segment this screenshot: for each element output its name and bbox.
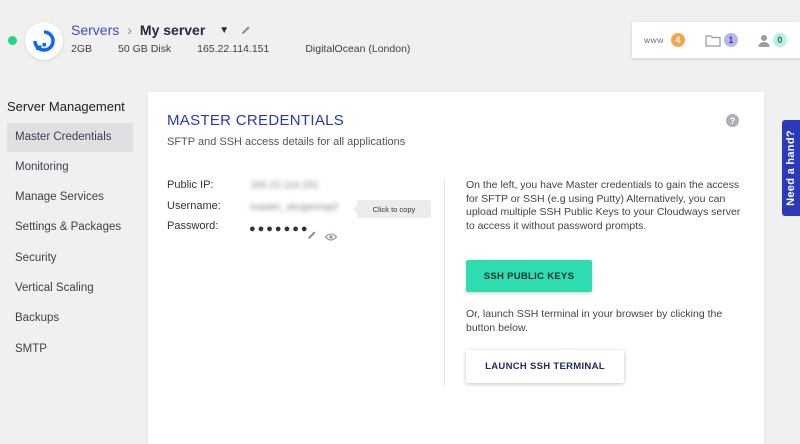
username-label: Username: — [167, 200, 221, 212]
credentials-info-text: On the left, you have Master credentials… — [466, 179, 741, 232]
server-meta: 2GB 50 GB Disk 165.22.114.151 DigitalOce… — [71, 43, 436, 55]
panel-subtitle: SFTP and SSH access details for all appl… — [167, 136, 406, 148]
server-name: My server — [139, 22, 206, 38]
sidebar-item-backups[interactable]: Backups — [7, 304, 133, 333]
help-icon[interactable]: ? — [726, 114, 739, 127]
sidebar-item-monitoring[interactable]: Monitoring — [7, 153, 133, 182]
breadcrumb-separator: › — [127, 22, 132, 38]
master-credentials-panel: MASTER CREDENTIALS SFTP and SSH access d… — [148, 92, 764, 444]
www-icon: www — [644, 35, 664, 45]
breadcrumb: Servers › My server ▼ — [71, 22, 251, 38]
sidebar-item-manage-services[interactable]: Manage Services — [7, 183, 133, 212]
files-count-badge: 1 — [723, 33, 738, 47]
edit-password-pencil-icon[interactable] — [307, 227, 317, 245]
password-label: Password: — [167, 220, 219, 232]
public-ip-label: Public IP: — [167, 179, 214, 191]
panel-divider — [444, 180, 445, 386]
server-status-dot — [8, 36, 17, 45]
files-counter[interactable]: 1 — [705, 33, 738, 47]
digitalocean-logo — [25, 22, 63, 60]
sidebar-item-security[interactable]: Security — [7, 244, 133, 273]
click-to-copy-tooltip: Click to copy — [353, 200, 431, 218]
header-counters: www 4 1 0 — [632, 22, 800, 58]
show-password-eye-icon[interactable] — [324, 228, 338, 246]
panel-title: MASTER CREDENTIALS — [167, 112, 345, 129]
password-value[interactable]: ●●●●●●● — [249, 223, 310, 235]
ssh-public-keys-button[interactable]: SSH PUBLIC KEYS — [466, 260, 592, 292]
server-provider: DigitalOcean (London) — [305, 43, 411, 55]
digitalocean-icon — [33, 30, 55, 52]
terminal-info-text: Or, launch SSH terminal in your browser … — [466, 308, 723, 334]
folder-icon — [705, 34, 721, 47]
sidebar-item-smtp[interactable]: SMTP — [7, 335, 133, 364]
launch-ssh-terminal-button[interactable]: LAUNCH SSH TERMINAL — [466, 350, 624, 383]
users-counter[interactable]: 0 — [758, 33, 787, 47]
applications-count-badge: 4 — [670, 33, 685, 47]
server-disk: 50 GB Disk — [118, 43, 172, 55]
users-count-badge: 0 — [772, 33, 787, 47]
sidebar-item-master-credentials[interactable]: Master Credentials — [7, 123, 133, 152]
server-ram: 2GB — [71, 43, 93, 55]
server-dropdown-caret-icon[interactable]: ▼ — [219, 25, 229, 36]
need-a-hand-tab[interactable]: Need a hand? — [782, 120, 800, 216]
public-ip-value[interactable]: 165.22.114.151 — [250, 180, 319, 191]
username-value[interactable]: master_xkcgwxnqcf — [250, 202, 338, 213]
edit-server-name-pencil-icon[interactable] — [241, 25, 251, 35]
user-icon — [758, 34, 770, 47]
server-ip: 165.22.114.151 — [197, 43, 270, 55]
sidebar-item-vertical-scaling[interactable]: Vertical Scaling — [7, 274, 133, 303]
need-a-hand-label: Need a hand? — [785, 130, 798, 206]
applications-counter[interactable]: www 4 — [644, 33, 685, 47]
sidebar-item-settings-packages[interactable]: Settings & Packages — [7, 213, 133, 242]
sidebar-title: Server Management — [7, 99, 125, 114]
breadcrumb-servers-link[interactable]: Servers — [71, 22, 119, 38]
